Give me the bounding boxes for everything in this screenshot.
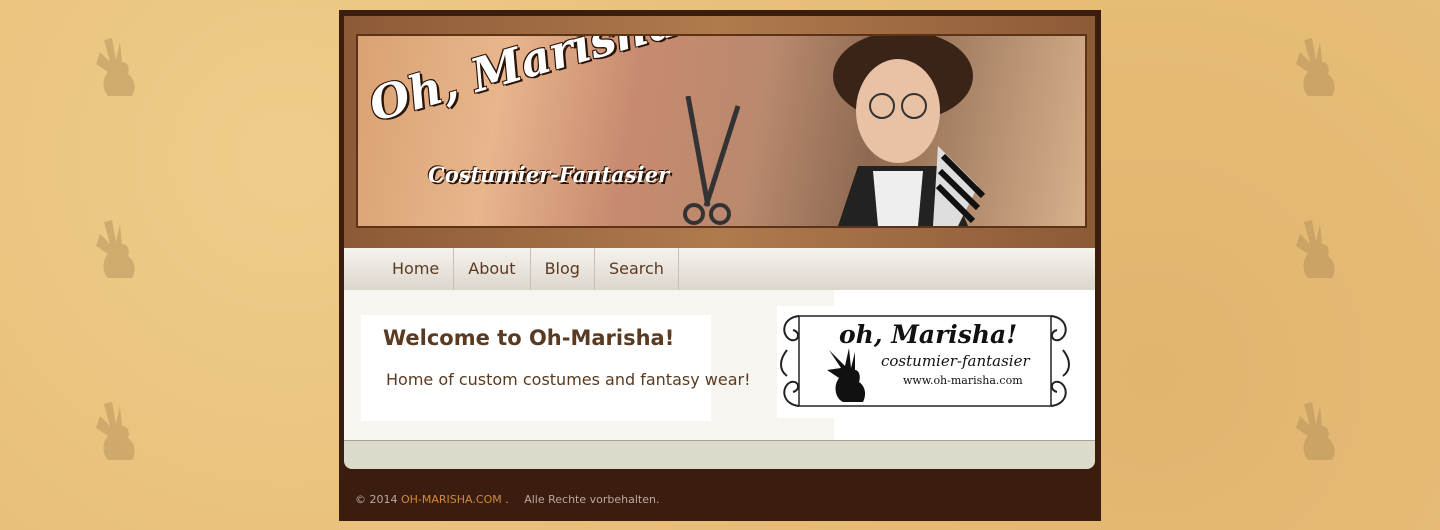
- footer-copyright: © 2014: [355, 493, 398, 506]
- footer-separator: .: [505, 493, 509, 506]
- nav-item-about[interactable]: About: [454, 248, 531, 290]
- site-header-banner[interactable]: Oh, Marisha! Costumier-Fantasier: [344, 16, 1095, 248]
- logo-title: oh, Marisha!: [839, 320, 1018, 349]
- nav-item-blog[interactable]: Blog: [531, 248, 595, 290]
- welcome-heading: Welcome to Oh-Marisha!: [383, 326, 675, 350]
- fairy-bunny-logo-icon: [827, 348, 866, 402]
- bunny-watermark-icon: [96, 402, 135, 460]
- content-footer-bar: [344, 440, 1095, 469]
- site-tagline: Costumier-Fantasier: [428, 162, 670, 187]
- bunny-watermark-icon: [96, 38, 135, 96]
- nav-item-home[interactable]: Home: [378, 248, 455, 290]
- site-title: Oh, Marisha!: [363, 34, 703, 133]
- brand-logo[interactable]: oh, Marisha! costumier-fantasier www.oh-…: [777, 306, 1073, 418]
- main-navigation: Home About Blog Search: [344, 248, 1095, 291]
- footer-rights: Alle Rechte vorbehalten.: [524, 493, 660, 506]
- portrait-illustration: [833, 36, 986, 226]
- footer-site-link[interactable]: OH-MARISHA.COM: [401, 493, 502, 506]
- site-footer: © 2014 OH-MARISHA.COM . Alle Rechte vorb…: [355, 493, 659, 506]
- main-content: Welcome to Oh-Marisha! Home of custom co…: [344, 290, 1095, 440]
- logo-url: www.oh-marisha.com: [903, 374, 1023, 387]
- scissors-icon: [683, 96, 741, 225]
- bunny-watermark-icon: [1296, 402, 1335, 460]
- welcome-text: Home of custom costumes and fantasy wear…: [386, 370, 751, 389]
- nav-item-search[interactable]: Search: [595, 248, 679, 290]
- header-artwork: Oh, Marisha! Costumier-Fantasier: [356, 34, 1087, 228]
- bunny-watermark-icon: [96, 220, 135, 278]
- bunny-watermark-icon: [1296, 220, 1335, 278]
- logo-subtitle: costumier-fantasier: [881, 352, 1030, 370]
- page-wrapper: Oh, Marisha! Costumier-Fantasier Home Ab…: [339, 10, 1101, 521]
- bunny-watermark-icon: [1296, 38, 1335, 96]
